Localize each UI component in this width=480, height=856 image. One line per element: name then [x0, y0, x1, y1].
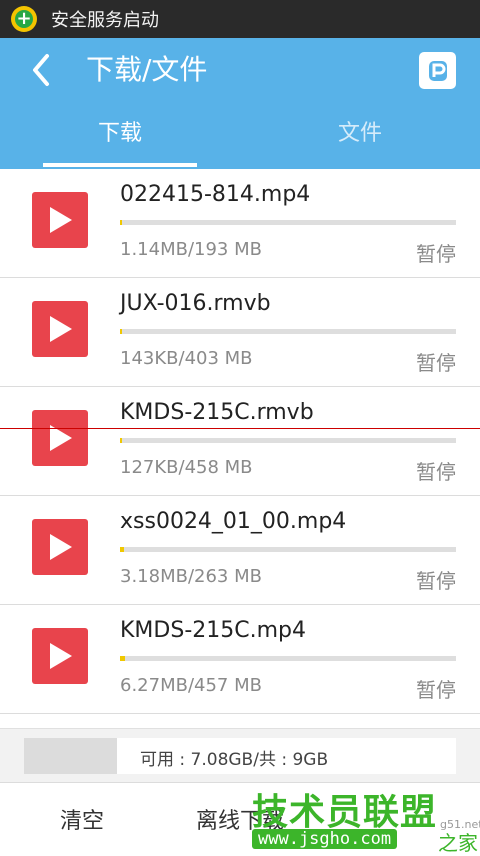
file-size: 127KB/458 MB — [120, 457, 253, 478]
security-app-icon: + — [11, 6, 37, 32]
file-size: 143KB/403 MB — [120, 348, 253, 369]
progress-fill — [120, 438, 122, 443]
file-size: 3.18MB/263 MB — [120, 566, 262, 587]
video-thumbnail[interactable] — [32, 628, 88, 684]
status-bar: + 安全服务启动 — [0, 0, 480, 38]
file-name: 022415-814.mp4 — [120, 182, 311, 207]
video-thumbnail[interactable] — [32, 301, 88, 357]
pause-button[interactable]: 暂停 — [416, 674, 456, 703]
pause-button[interactable]: 暂停 — [416, 456, 456, 485]
list-item[interactable]: JUX-016.rmvb 143KB/403 MB 暂停 — [0, 278, 480, 387]
progress-bar — [120, 438, 456, 443]
p-app-icon[interactable] — [419, 52, 456, 89]
storage-bar: 可用 : 7.08GB/共 : 9GB — [0, 728, 480, 783]
file-size: 6.27MB/457 MB — [120, 675, 262, 696]
list-item[interactable]: KMDS-215C.mp4 6.27MB/457 MB 暂停 — [0, 605, 480, 714]
pause-button[interactable]: 暂停 — [416, 565, 456, 594]
page-title: 下载/文件 — [86, 53, 208, 86]
play-icon — [50, 534, 72, 560]
status-text: 安全服务启动 — [51, 10, 159, 31]
video-thumbnail[interactable] — [32, 192, 88, 248]
storage-used — [24, 738, 117, 774]
video-thumbnail[interactable] — [32, 410, 88, 466]
storage-text: 可用 : 7.08GB/共 : 9GB — [140, 750, 329, 770]
list-item[interactable]: xss0024_01_00.mp4 3.18MB/263 MB 暂停 — [0, 496, 480, 605]
download-list: 022415-814.mp4 1.14MB/193 MB 暂停 JUX-016.… — [0, 169, 480, 714]
progress-fill — [120, 329, 122, 334]
watermark: 技术员联盟 g51.net www.jsgho.com 之家 — [248, 783, 480, 855]
red-overlay-line — [0, 428, 480, 429]
pause-button[interactable]: 暂停 — [416, 347, 456, 376]
video-thumbnail[interactable] — [32, 519, 88, 575]
progress-fill — [120, 220, 122, 225]
progress-bar — [120, 329, 456, 334]
file-name: KMDS-215C.mp4 — [120, 618, 306, 643]
play-icon — [50, 643, 72, 669]
header: 下载/文件 下载 文件 — [0, 38, 480, 169]
active-tab-indicator — [43, 163, 197, 167]
tab-files[interactable]: 文件 — [240, 116, 480, 164]
tab-download[interactable]: 下载 — [0, 116, 240, 164]
watermark-suffix: 之家 — [438, 831, 478, 855]
file-name: xss0024_01_00.mp4 — [120, 509, 347, 534]
list-item[interactable]: KMDS-215C.rmvb 127KB/458 MB 暂停 — [0, 387, 480, 496]
watermark-title: 技术员联盟 — [252, 792, 438, 833]
list-item[interactable]: 022415-814.mp4 1.14MB/193 MB 暂停 — [0, 169, 480, 278]
play-icon — [50, 207, 72, 233]
file-size: 1.14MB/193 MB — [120, 239, 262, 260]
play-icon — [50, 316, 72, 342]
progress-bar — [120, 656, 456, 661]
file-name: KMDS-215C.rmvb — [120, 400, 314, 425]
file-name: JUX-016.rmvb — [120, 291, 271, 316]
back-arrow-icon[interactable] — [25, 50, 61, 90]
progress-fill — [120, 656, 125, 661]
clear-button[interactable]: 清空 — [60, 803, 104, 835]
progress-bar — [120, 220, 456, 225]
progress-bar — [120, 547, 456, 552]
progress-fill — [120, 547, 124, 552]
pause-button[interactable]: 暂停 — [416, 238, 456, 267]
watermark-url: www.jsgho.com — [252, 829, 398, 849]
